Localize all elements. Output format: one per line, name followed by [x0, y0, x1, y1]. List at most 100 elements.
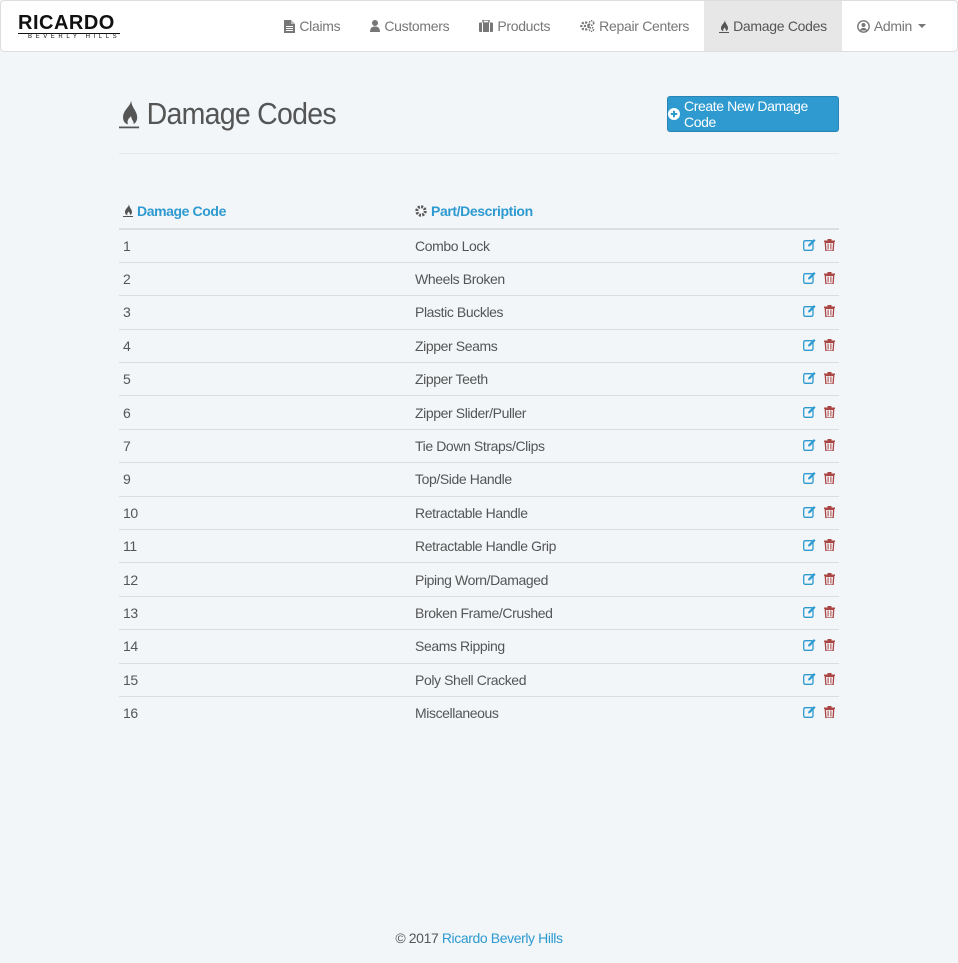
sort-by-description-link[interactable]: Part/Description — [415, 203, 533, 219]
description-cell: Top/Side Handle — [411, 462, 771, 497]
footer: © 2017 Ricardo Beverly Hills — [0, 930, 958, 946]
description-cell: Broken Frame/Crushed — [411, 596, 771, 631]
description-cell: Seams Ripping — [411, 629, 771, 664]
footer-copyright: © 2017 — [395, 930, 439, 946]
damage-code-cell: 9 — [119, 462, 411, 497]
damage-code-cell: 3 — [119, 295, 411, 330]
page-header: Damage Codes Create New Damage Code — [119, 96, 839, 154]
edit-icon[interactable] — [803, 706, 816, 719]
table-row: 7 Tie Down Straps/Clips — [119, 429, 839, 464]
table-row: 3 Plastic Buckles — [119, 295, 839, 330]
trash-icon[interactable] — [824, 572, 835, 585]
table-row: 1 Combo Lock — [119, 229, 839, 263]
edit-icon[interactable] — [803, 672, 816, 685]
edit-icon[interactable] — [803, 238, 816, 251]
column-header-label: Part/Description — [431, 203, 533, 219]
actions-cell — [771, 629, 839, 664]
edit-icon[interactable] — [803, 605, 816, 618]
trash-icon[interactable] — [824, 372, 835, 385]
edit-icon[interactable] — [803, 539, 816, 552]
actions-cell — [771, 262, 839, 297]
actions-cell — [771, 395, 839, 430]
edit-icon[interactable] — [803, 338, 816, 351]
damage-code-cell: 16 — [123, 705, 138, 722]
page-title: Damage Codes — [119, 96, 337, 132]
table-row: 14 Seams Ripping — [119, 629, 839, 664]
actions-cell — [771, 229, 839, 263]
table-row: 9 Top/Side Handle — [119, 462, 839, 497]
nav-customers-label: Customers — [384, 18, 450, 34]
edit-icon[interactable] — [803, 572, 816, 585]
description-cell: Retractable Handle Grip — [411, 529, 771, 564]
trash-icon[interactable] — [824, 505, 835, 518]
plus-circle-icon — [668, 108, 680, 120]
damage-code-cell: 11 — [119, 529, 411, 564]
edit-icon[interactable] — [803, 405, 816, 418]
column-header-label: Damage Code — [137, 202, 226, 219]
sort-by-damage-code-link[interactable]: Damage Code — [123, 203, 226, 219]
nav-claims[interactable]: Claims — [269, 1, 355, 51]
nav-admin-label: Admin — [873, 18, 912, 34]
actions-cell — [771, 362, 839, 397]
actions-cell — [771, 562, 839, 597]
trash-icon[interactable] — [824, 405, 835, 418]
nav-products[interactable]: Products — [464, 1, 565, 51]
trash-icon[interactable] — [824, 472, 835, 485]
actions-cell — [771, 596, 839, 631]
table-body: 1 Combo Lock 2 Wheels Broken 3 Plastic Buckle… — [119, 229, 839, 730]
table-row: 4 Zipper Seams — [119, 329, 839, 364]
damage-code-cell: 4 — [119, 329, 411, 364]
damage-code-cell: 14 — [119, 629, 411, 664]
trash-icon[interactable] — [824, 706, 835, 719]
edit-icon[interactable] — [803, 472, 816, 485]
edit-icon[interactable] — [803, 305, 816, 318]
create-button-label: Create New Damage Code — [684, 98, 808, 130]
table-row: 11 Retractable Handle Grip — [119, 529, 839, 564]
damage-code-cell: 15 — [119, 663, 411, 697]
trash-icon[interactable] — [824, 338, 835, 351]
trash-icon[interactable] — [824, 238, 835, 251]
description-cell: Zipper Slider/Puller — [411, 395, 771, 430]
table-row: 6 Zipper Slider/Puller — [119, 395, 839, 430]
description-cell: Retractable Handle — [411, 496, 771, 531]
nav-admin-dropdown[interactable]: Admin — [842, 1, 957, 51]
brand-logo[interactable]: RICARDO BEVERLY HILLS — [18, 12, 121, 41]
nav-damage-codes[interactable]: Damage Codes — [704, 1, 842, 51]
edit-icon[interactable] — [803, 439, 816, 451]
gears-icon — [580, 20, 595, 32]
description-cell: Poly Shell Cracked — [411, 663, 771, 697]
column-header-actions — [771, 195, 839, 230]
nav-repair-centers-label: Repair Centers — [599, 18, 690, 34]
trash-icon[interactable] — [824, 539, 835, 552]
edit-icon[interactable] — [803, 639, 816, 652]
nav-damage-codes-label: Damage Codes — [733, 18, 827, 34]
damage-code-cell: 6 — [119, 395, 411, 430]
gear-icon — [415, 205, 427, 217]
description-cell: Zipper Teeth — [411, 362, 771, 397]
trash-icon[interactable] — [824, 605, 835, 618]
trash-icon[interactable] — [824, 272, 835, 285]
edit-icon[interactable] — [803, 272, 816, 285]
trash-icon[interactable] — [824, 439, 835, 452]
table-row: 12 Piping Worn/Damaged — [119, 562, 839, 597]
nav-products-label: Products — [497, 18, 551, 34]
table-row: 10 Retractable Handle — [119, 496, 839, 531]
damage-code-cell: 7 — [119, 429, 411, 464]
trash-icon[interactable] — [824, 639, 835, 652]
edit-icon[interactable] — [803, 505, 816, 518]
edit-icon[interactable] — [803, 372, 816, 385]
brand-subtitle: BEVERLY HILLS — [18, 33, 121, 41]
user-icon — [370, 20, 381, 32]
create-damage-code-button[interactable]: Create New Damage Code — [667, 96, 839, 132]
damage-codes-table: Damage Code Part/Description 1 Combo Lock… — [119, 195, 839, 730]
brand-name: RICARDO — [18, 12, 115, 34]
nav-customers[interactable]: Customers — [355, 1, 464, 51]
page-title-text: Damage Codes — [146, 96, 337, 131]
trash-icon[interactable] — [824, 672, 835, 685]
actions-cell — [771, 462, 839, 497]
actions-cell — [771, 429, 839, 464]
nav-repair-centers[interactable]: Repair Centers — [565, 1, 704, 51]
briefcase-icon — [479, 20, 494, 32]
footer-company-link[interactable]: Ricardo Beverly Hills — [442, 930, 563, 946]
trash-icon[interactable] — [824, 305, 835, 318]
